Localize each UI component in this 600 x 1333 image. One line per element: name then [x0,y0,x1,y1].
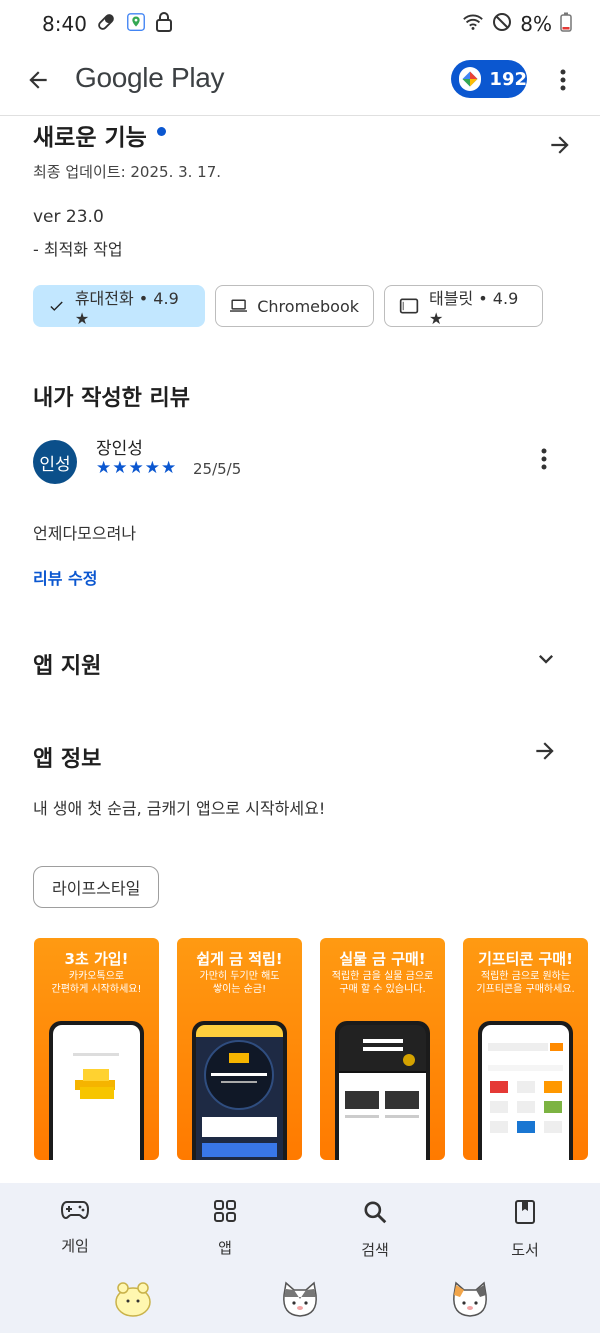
play-points-icon [459,67,482,91]
review-more-button[interactable] [541,448,547,474]
review-text: 언제다모으려나 [33,524,137,543]
screenshot-1[interactable]: 3초 가입! 카카오톡으로 간편하게 시작하세요! [34,938,159,1160]
phone-screen [339,1025,426,1160]
screenshot-2[interactable]: 쉽게 금 적립! 가만히 두기만 해도 쌓이는 순금! [177,938,302,1160]
chip-chromebook[interactable]: Chromebook [215,285,374,327]
yellow-mascot-icon [112,1281,154,1321]
screenshot-title: 기프티콘 구매! [478,950,573,968]
avatar: 인성 [33,440,77,484]
nav-games-label: 게임 [61,1237,89,1255]
screenshot-subtitle: 적립한 금을 실물 금으로 구매 할 수 있습니다. [331,971,434,995]
screenshot-3[interactable]: 실물 금 구매! 적립한 금을 실물 금으로 구매 할 수 있습니다. [320,938,445,1160]
lock-icon [155,11,173,37]
app-support-heading[interactable]: 앱 지원 [33,648,101,680]
my-review-heading: 내가 작성한 리뷰 [33,386,190,411]
play-points-count: 192 [489,68,527,90]
category-chip[interactable]: 라이프스타일 [33,866,160,908]
screenshot-4[interactable]: 기프티콘 구매! 적립한 금으로 원하는 기프티콘을 구매하세요. [463,938,588,1160]
do-not-disturb-icon [492,12,512,37]
phone-mockup [478,1021,573,1160]
status-bar: 8:40 8% [0,0,600,48]
last-updated: 최종 업데이트: 2025. 3. 17. [33,163,222,181]
play-points-button[interactable]: 192 [451,60,527,98]
release-note: - 최적화 작업 [33,240,123,259]
book-icon [515,1200,535,1224]
laptop-icon [230,299,248,312]
wifi-icon [462,12,484,37]
chip-phone-label: 휴대전화 • 4.9 ★ [74,288,179,328]
pill-notification-icon [95,11,117,38]
new-indicator-dot [156,126,166,136]
tablet-icon [399,298,419,314]
whats-new-title: 새로운 기능 [33,125,147,151]
more-options-button[interactable] [548,64,578,96]
nav-search-label: 검색 [361,1241,389,1259]
edit-review-link[interactable]: 리뷰 수정 [33,565,97,589]
app-bar-divider [0,115,600,116]
screenshot-subtitle: 가만히 두기만 해도 쌓이는 순금! [199,971,280,995]
whats-new-section[interactable]: 새로운 기능 최종 업데이트: 2025. 3. 17. ver 23.0 - … [33,118,573,260]
status-left: 8:40 [42,11,173,38]
search-icon [364,1201,387,1224]
phone-screen [53,1025,140,1160]
nav-search[interactable]: 검색 [325,1199,425,1260]
status-right: 8% [462,12,572,37]
screenshot-title: 실물 금 구매! [339,950,426,968]
phone-screen [482,1025,569,1160]
chip-tablet-label: 태블릿 • 4.9 ★ [429,288,519,328]
more-vert-icon [560,69,566,91]
app-title: Google Play [75,62,225,93]
battery-icon [560,12,572,37]
phone-screen [196,1025,283,1160]
star-rating: ★★★★★ [96,458,178,478]
nav-books[interactable]: 도서 [475,1199,575,1260]
screenshot-subtitle: 카카오톡으로 간편하게 시작하세요! [51,971,142,995]
nav-books-label: 도서 [511,1241,539,1259]
screenshot-title: 쉽게 금 적립! [196,950,283,968]
gamepad-icon [61,1201,89,1220]
phone-mockup [335,1021,430,1160]
nav-apps[interactable]: 앱 [175,1199,275,1258]
chip-chromebook-label: Chromebook [257,296,359,316]
back-arrow-icon [29,71,47,89]
maps-notification-icon [125,11,147,38]
screenshot-subtitle: 적립한 금으로 원하는 기프티콘을 구매하세요. [476,971,575,995]
status-time: 8:40 [42,12,87,36]
nav-apps-label: 앱 [218,1239,232,1257]
battery-level: 8% [520,12,552,36]
review-date: 25/5/5 [193,460,242,478]
app-description: 내 생애 첫 순금, 금캐기 앱으로 시작하세요! [33,799,326,818]
nav-games[interactable]: 게임 [25,1199,125,1256]
phone-mockup [49,1021,144,1160]
more-vert-icon [541,448,547,470]
version-text: ver 23.0 [33,207,104,227]
chip-phone[interactable]: 휴대전화 • 4.9 ★ [33,285,205,328]
phone-mockup [192,1021,287,1160]
screenshot-title: 3초 가입! [64,950,129,968]
app-info-arrow-icon[interactable] [532,738,558,768]
back-button[interactable] [20,62,56,98]
screenshot-carousel[interactable]: 3초 가입! 카카오톡으로 간편하게 시작하세요! 쉽게 금 적립! 가만히 두… [34,938,588,1160]
bottom-navigation: 게임 앱 검색 도서 [0,1183,600,1333]
app-info-heading[interactable]: 앱 정보 [33,741,101,773]
check-icon [50,301,63,311]
reviewer-name: 장인성 [96,439,143,459]
calico-cat-mascot-icon [448,1281,492,1323]
apps-grid-icon [214,1200,236,1222]
chip-tablet[interactable]: 태블릿 • 4.9 ★ [384,285,543,328]
chevron-down-icon[interactable] [532,645,560,677]
app-bar: Google Play 192 [0,48,600,112]
gray-cat-mascot-icon [278,1281,322,1323]
whats-new-arrow-icon[interactable] [547,132,573,162]
device-filter-chips: 휴대전화 • 4.9 ★ Chromebook 태블릿 • 4.9 ★ [33,285,543,328]
